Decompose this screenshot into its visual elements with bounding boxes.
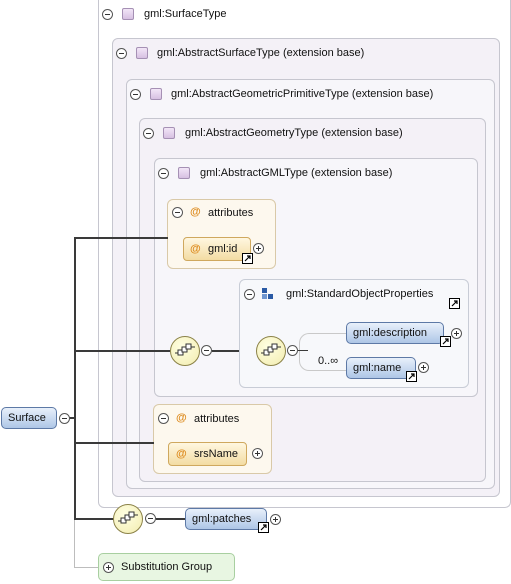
abstract-geometry-type-label: gml:AbstractGeometryType (extension base… <box>185 127 403 139</box>
attribute-icon: @ <box>176 412 187 424</box>
tree-connector <box>74 350 170 352</box>
sequence-icon <box>256 336 286 366</box>
collapse-icon[interactable] <box>158 168 169 179</box>
standard-object-properties-label: gml:StandardObjectProperties <box>286 288 434 300</box>
gml-id-label: gml:id <box>208 243 238 255</box>
expand-icon[interactable] <box>451 328 462 339</box>
tree-connector <box>74 442 154 444</box>
cardinality-label: 0..∞ <box>318 355 339 367</box>
collapse-icon[interactable] <box>287 345 298 356</box>
srsname-label: srsName <box>194 448 239 460</box>
gml-name-label: gml:name <box>353 362 402 374</box>
link-icon[interactable] <box>258 522 269 533</box>
type-icon <box>122 8 134 20</box>
sequence-icon <box>113 504 143 534</box>
surface-label: Surface <box>8 412 46 424</box>
link-icon[interactable] <box>242 253 253 264</box>
group-icon <box>262 288 275 301</box>
type-icon <box>163 127 175 139</box>
link-icon[interactable] <box>449 298 460 309</box>
substitution-group-label: Substitution Group <box>121 561 213 573</box>
expand-icon[interactable] <box>103 562 114 573</box>
substitution-connector-h <box>74 567 100 568</box>
attribute-icon: @ <box>190 206 201 218</box>
expand-icon[interactable] <box>252 448 263 459</box>
type-icon <box>178 167 190 179</box>
type-icon <box>150 88 162 100</box>
gml-description-label: gml:description <box>353 327 427 339</box>
surface-type-label: gml:SurfaceType <box>144 8 227 20</box>
attribute-icon: @ <box>176 448 187 460</box>
abstract-surface-type-label: gml:AbstractSurfaceType (extension base) <box>157 47 365 59</box>
abstract-gml-type-label: gml:AbstractGMLType (extension base) <box>200 167 393 179</box>
collapse-icon[interactable] <box>158 413 169 424</box>
tree-connector <box>74 237 76 520</box>
geometry-attributes-title: attributes <box>194 413 240 425</box>
sequence-connector <box>156 518 186 520</box>
gml-patches-label: gml:patches <box>192 513 252 525</box>
collapse-icon[interactable] <box>102 9 113 20</box>
type-icon <box>136 47 148 59</box>
abstract-geometric-primitive-type-label: gml:AbstractGeometricPrimitiveType (exte… <box>171 88 434 100</box>
attribute-icon: @ <box>190 243 201 255</box>
collapse-icon[interactable] <box>116 48 127 59</box>
expand-icon[interactable] <box>418 362 429 373</box>
collapse-icon[interactable] <box>201 345 212 356</box>
gml-attributes-title: attributes <box>208 207 254 219</box>
link-icon[interactable] <box>440 336 451 347</box>
collapse-icon[interactable] <box>145 513 156 524</box>
sequence-connector <box>298 350 308 351</box>
collapse-icon[interactable] <box>143 128 154 139</box>
link-icon[interactable] <box>406 371 417 382</box>
collapse-icon[interactable] <box>59 413 70 424</box>
sequence-icon <box>170 336 200 366</box>
collapse-icon[interactable] <box>172 207 183 218</box>
collapse-icon[interactable] <box>244 289 255 300</box>
collapse-icon[interactable] <box>130 89 141 100</box>
tree-connector <box>74 518 114 520</box>
tree-connector <box>74 237 168 239</box>
expand-icon[interactable] <box>253 243 264 254</box>
expand-icon[interactable] <box>270 514 281 525</box>
